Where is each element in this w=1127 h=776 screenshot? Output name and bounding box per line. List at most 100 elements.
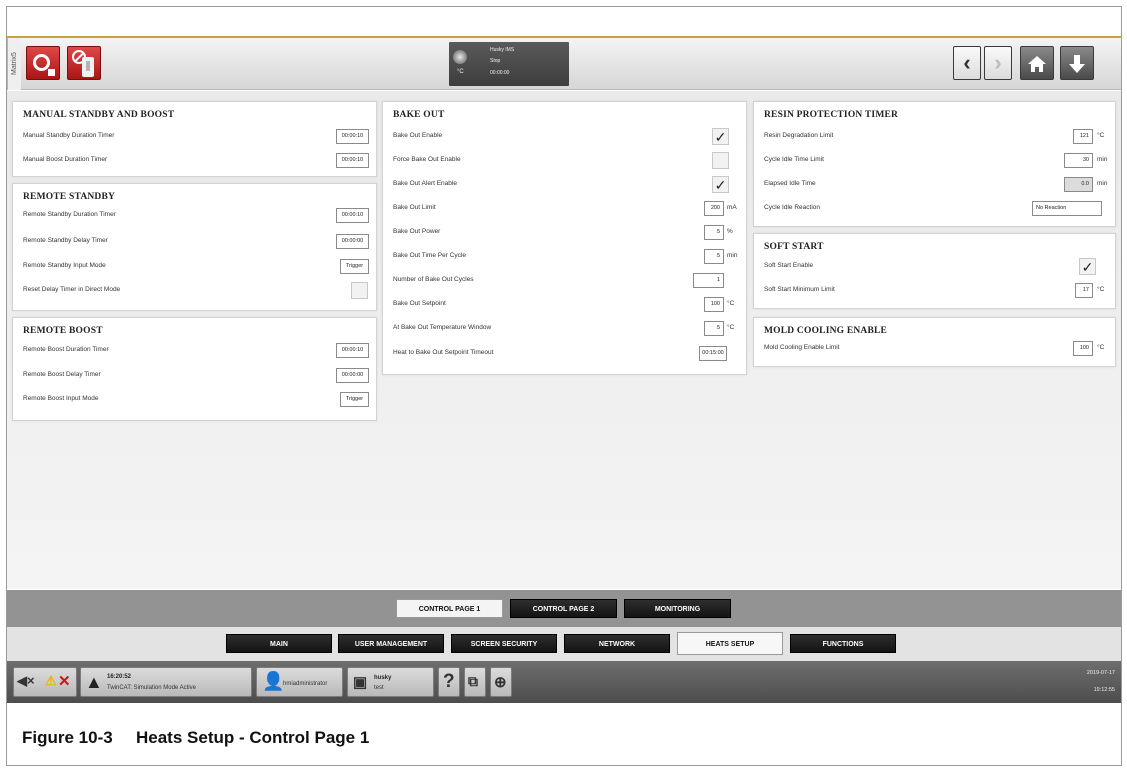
main-tab-bar: MAIN USER MANAGEMENT SCREEN SECURITY NET…: [7, 627, 1121, 661]
setting-row: Reset Delay Timer in Direct Mode: [23, 282, 368, 302]
manual-boost-duration-input[interactable]: 00:00:10: [336, 153, 369, 168]
heaters-off-button[interactable]: [67, 46, 101, 80]
status-machine: Husky IMS: [490, 47, 515, 53]
unit-label: min: [1097, 156, 1108, 163]
setting-row: Remote Boost Duration Timer 00:00:10: [23, 342, 369, 362]
setting-row: Bake Out Enable ✓: [393, 128, 736, 148]
user-login[interactable]: 👤 hmiadministrator: [256, 667, 343, 697]
warning-small-icon[interactable]: ⚠: [45, 673, 57, 689]
remote-boost-delay-input[interactable]: 00:00:00: [336, 368, 369, 383]
soft-start-panel: SOFT START Soft Start Enable ✓ Soft Star…: [753, 233, 1116, 309]
tab-user-management[interactable]: USER MANAGEMENT: [338, 634, 444, 653]
tab-network[interactable]: NETWORK: [564, 634, 670, 653]
setting-label: Bake Out Setpoint: [393, 300, 446, 307]
setting-label: Remote Boost Input Mode: [23, 395, 99, 402]
active-alarm[interactable]: ▲ 16:20:52 TwinCAT: Simulation Mode Acti…: [80, 667, 252, 697]
warning-icon: ▲: [85, 672, 103, 692]
setting-label: Force Bake Out Enable: [393, 156, 461, 163]
help-button[interactable]: ?: [438, 667, 460, 697]
soft-start-limit-input[interactable]: 17: [1075, 283, 1093, 298]
setting-label: Number of Bake Out Cycles: [393, 276, 474, 283]
bake-out-window-input[interactable]: 5: [704, 321, 724, 336]
bake-out-timeout-input[interactable]: 00:15:00: [699, 346, 727, 361]
cycle-idle-reaction-select[interactable]: No Reaction: [1032, 201, 1102, 216]
clear-alarm-icon[interactable]: ✕: [58, 672, 71, 690]
remote-standby-duration-input[interactable]: 00:00:10: [336, 208, 369, 223]
globe-icon: ⊕: [494, 674, 507, 691]
back-button[interactable]: ‹: [953, 46, 981, 80]
bake-out-enable-checkbox[interactable]: ✓: [712, 128, 729, 145]
bake-out-time-input[interactable]: 5: [704, 249, 724, 264]
status-state: Stop: [490, 58, 501, 64]
tab-control-page-2[interactable]: CONTROL PAGE 2: [510, 599, 617, 618]
status-timer: 00:00:00: [490, 70, 510, 76]
forward-button[interactable]: ›: [984, 46, 1012, 80]
alarm-time: 16:20:52: [107, 674, 132, 680]
unit-label: mA: [727, 204, 737, 211]
download-button[interactable]: [1060, 46, 1094, 80]
heater-icon: [82, 57, 94, 77]
unit-label: °C: [1097, 344, 1105, 351]
alarm-dot-icon: [48, 69, 55, 76]
setting-row: Bake Out Limit 200 mA: [393, 200, 737, 220]
tab-screen-security[interactable]: SCREEN SECURITY: [451, 634, 557, 653]
setting-row: Remote Standby Input Mode Trigger: [23, 258, 369, 278]
setting-label: Heat to Bake Out Setpoint Timeout: [393, 349, 494, 356]
bake-out-panel: BAKE OUT Bake Out Enable ✓ Force Bake Ou…: [382, 101, 747, 375]
setting-label: Cycle Idle Time Limit: [764, 156, 824, 163]
remote-boost-duration-input[interactable]: 00:00:10: [336, 343, 369, 358]
alarm-controls: ◀× ⚠ ✕: [13, 667, 77, 697]
manual-standby-duration-input[interactable]: 00:00:10: [336, 129, 369, 144]
tab-control-page-1[interactable]: CONTROL PAGE 1: [396, 599, 503, 618]
setting-label: Remote Boost Delay Timer: [23, 371, 101, 378]
tab-functions[interactable]: FUNCTIONS: [790, 634, 896, 653]
machine-subtitle: test: [374, 685, 384, 691]
panel-title: REMOTE STANDBY: [23, 192, 116, 202]
mold-cooling-limit-input[interactable]: 100: [1073, 341, 1093, 356]
language-button[interactable]: ⊕: [490, 667, 512, 697]
panel-title: BAKE OUT: [393, 110, 445, 120]
tab-monitoring[interactable]: MONITORING: [624, 599, 731, 618]
status-unit: °C: [457, 69, 464, 75]
help-icon: ?: [443, 671, 455, 692]
tab-main[interactable]: MAIN: [226, 634, 332, 653]
bake-out-setpoint-input[interactable]: 100: [704, 297, 724, 312]
alarm-button[interactable]: [26, 46, 60, 80]
arrow-down-icon: [1069, 55, 1085, 73]
remote-boost-mode-select[interactable]: Trigger: [340, 392, 369, 407]
matrix-tab[interactable]: Matrix5: [7, 38, 21, 90]
mute-icon[interactable]: ◀×: [17, 673, 35, 689]
home-button[interactable]: [1020, 46, 1054, 80]
bake-out-alert-checkbox[interactable]: ✓: [712, 176, 729, 193]
figure-number: Figure 10-3: [22, 728, 113, 747]
setting-label: Bake Out Power: [393, 228, 441, 235]
bake-out-cycles-input[interactable]: 1: [693, 273, 724, 288]
status-time: 19:12:55: [1093, 687, 1115, 693]
subtab-bar: CONTROL PAGE 1 CONTROL PAGE 2 MONITORING: [7, 590, 1121, 627]
resin-degradation-input[interactable]: 121: [1073, 129, 1093, 144]
setting-label: Soft Start Enable: [764, 262, 814, 269]
cycle-idle-limit-input[interactable]: 30: [1064, 153, 1093, 168]
panel-title: REMOTE BOOST: [23, 326, 103, 336]
top-bar: Matrix5 °C Husky IMS Stop 00:00:00 ‹ ›: [7, 38, 1121, 90]
setting-row: Cycle Idle Reaction No Reaction: [764, 200, 1105, 220]
setting-label: Remote Standby Delay Timer: [23, 237, 108, 244]
screenshot-button[interactable]: ⧉: [464, 667, 486, 697]
bake-out-power-input[interactable]: 5: [704, 225, 724, 240]
remote-standby-mode-select[interactable]: Trigger: [340, 259, 369, 274]
resin-protection-panel: RESIN PROTECTION TIMER Resin Degradation…: [753, 101, 1116, 227]
reset-delay-checkbox[interactable]: [351, 282, 368, 299]
setting-label: Reset Delay Timer in Direct Mode: [23, 286, 121, 293]
setting-row: Bake Out Alert Enable ✓: [393, 176, 736, 196]
force-bake-out-checkbox[interactable]: [712, 152, 729, 169]
machine-info[interactable]: ▣ husky test: [347, 667, 434, 697]
soft-start-checkbox[interactable]: ✓: [1079, 258, 1096, 275]
unit-label: min: [1097, 180, 1108, 187]
remote-standby-delay-input[interactable]: 00:00:00: [336, 234, 369, 249]
bake-out-limit-input[interactable]: 200: [704, 201, 724, 216]
setting-row: Bake Out Setpoint 100 °C: [393, 296, 736, 316]
tab-heats-setup[interactable]: HEATS SETUP: [677, 632, 783, 655]
setting-label: Elapsed Idle Time: [764, 180, 816, 187]
setting-row: Soft Start Enable ✓: [764, 258, 1105, 278]
setting-label: Bake Out Time Per Cycle: [393, 252, 466, 259]
